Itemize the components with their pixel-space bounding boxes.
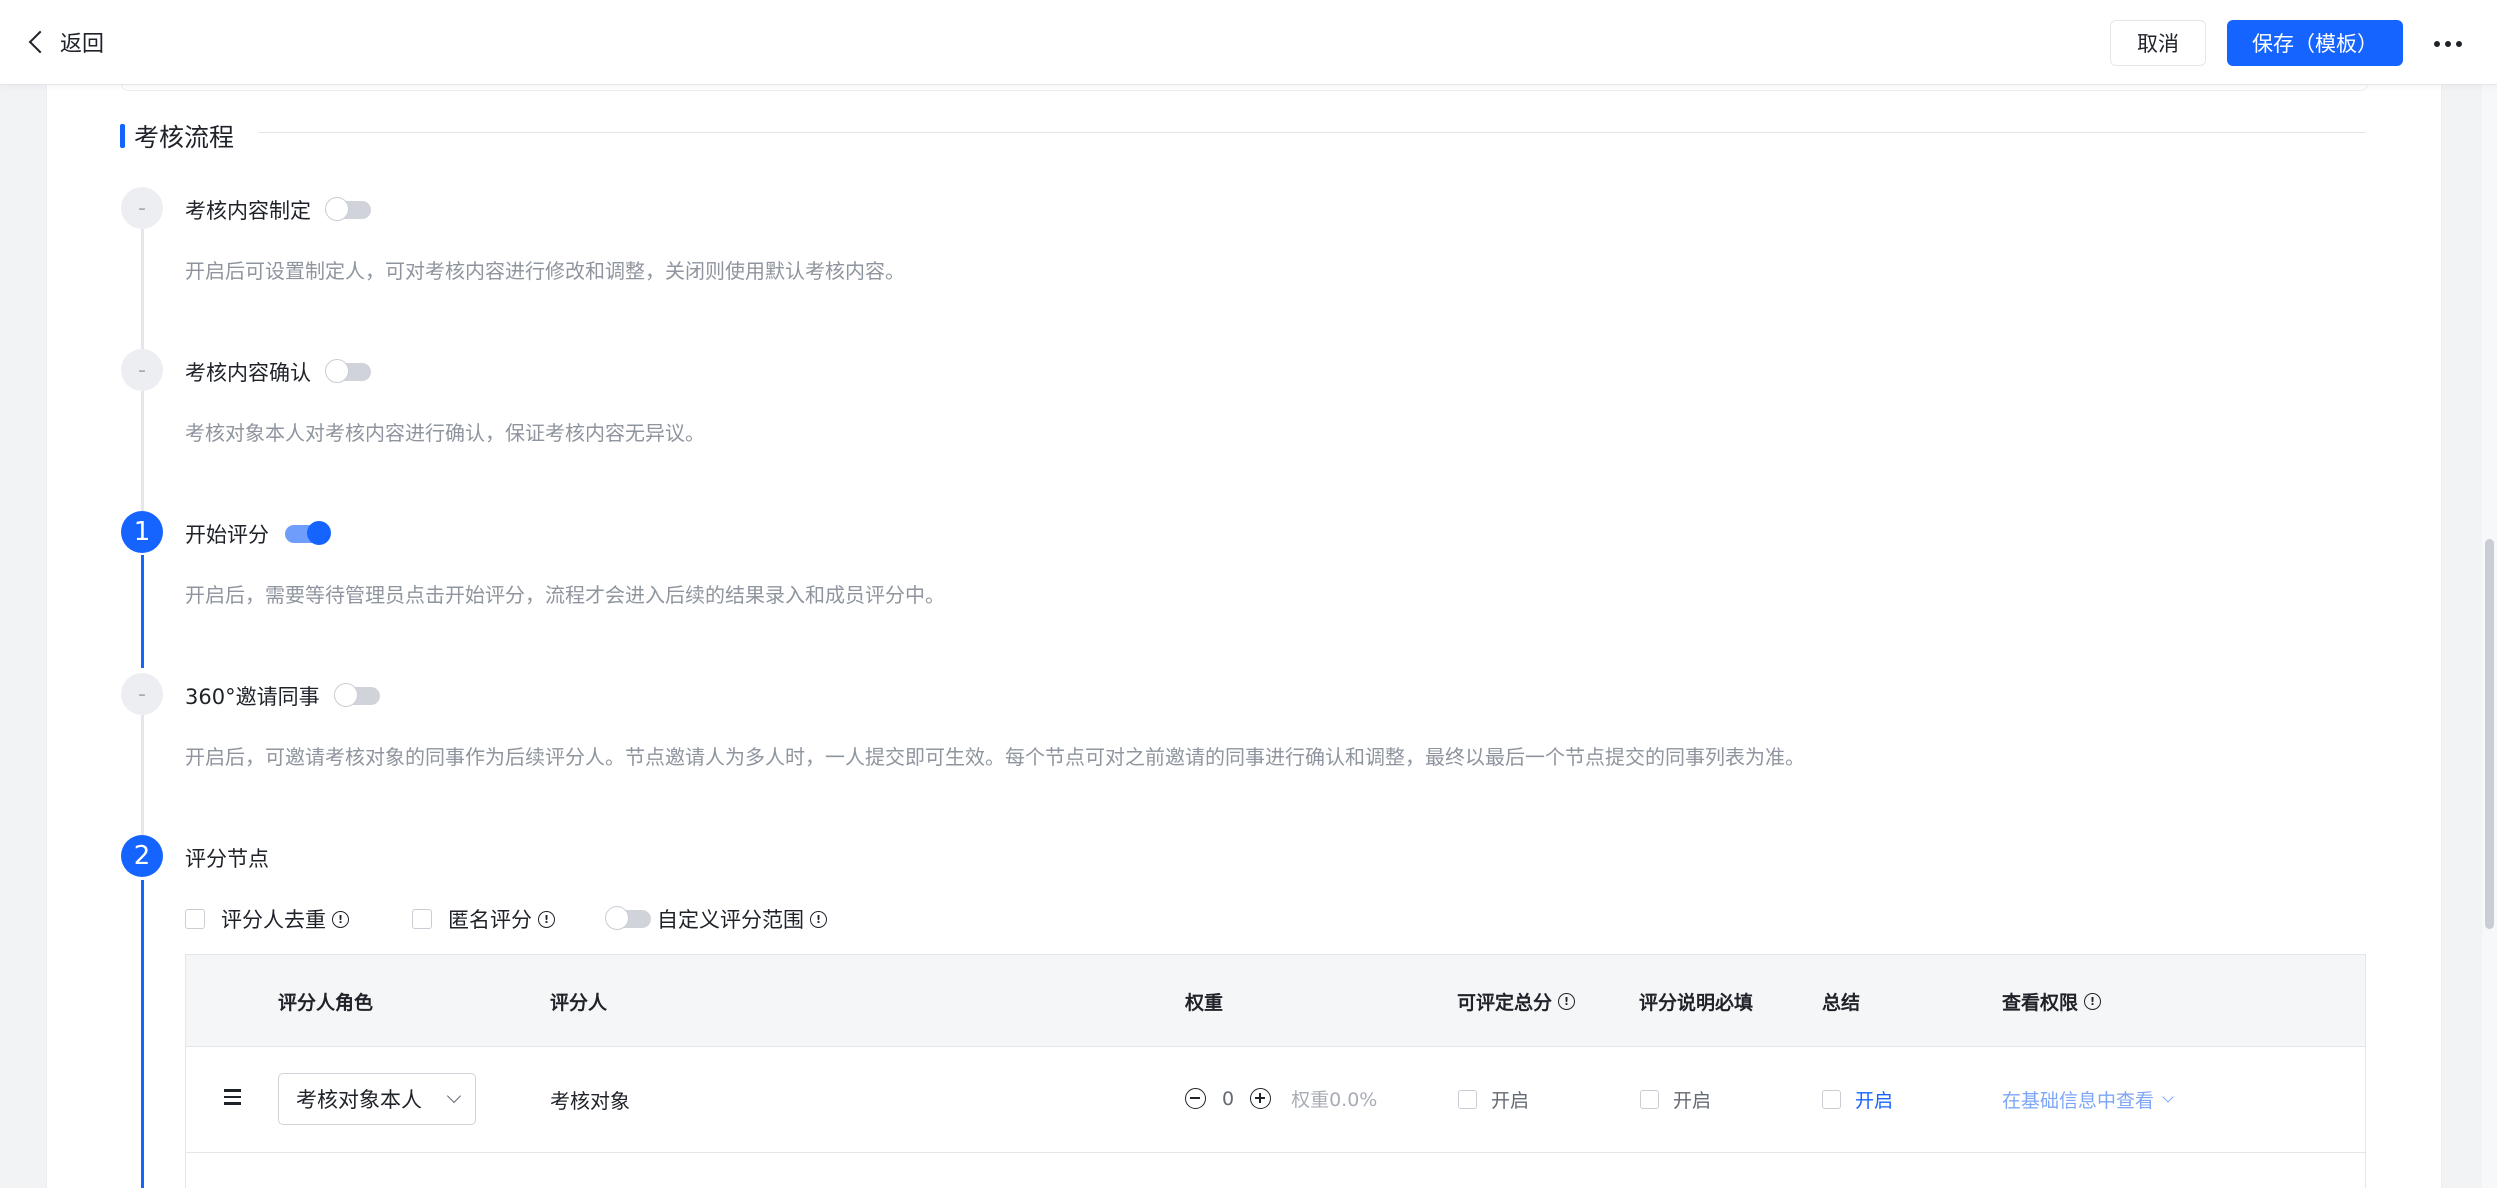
start-scoring-toggle[interactable]	[285, 521, 331, 545]
header-weight: 权重	[1185, 992, 1224, 1014]
section-title: 考核流程	[120, 118, 234, 154]
table-row: 考核对象本人 考核对象 0 权重0.0% 开启 开启 开启 在基础信息中查看	[186, 1047, 2365, 1153]
step-connector	[141, 715, 144, 835]
step-connector-active	[141, 880, 144, 1188]
permission-dropdown[interactable]: 在基础信息中查看	[2002, 1086, 2174, 1113]
scrollbar[interactable]	[2482, 84, 2497, 1188]
section-accent-bar	[120, 124, 125, 148]
minus-icon[interactable]	[1185, 1088, 1206, 1109]
step-item: 360°邀请同事	[185, 682, 380, 710]
header-total: 可评定总分 !	[1457, 988, 1576, 1015]
chevron-left-icon	[28, 30, 52, 54]
step-description: 开启后，需要等待管理员点击开始评分，流程才会进入后续的结果录入和成员评分中。	[185, 583, 945, 607]
step-connector	[141, 229, 144, 349]
section-title-text: 考核流程	[134, 123, 235, 152]
content-define-toggle[interactable]	[325, 197, 371, 221]
summary-option[interactable]: 开启	[1822, 1086, 1893, 1113]
step-marker: 2	[121, 835, 163, 877]
more-icon[interactable]	[2430, 26, 2466, 62]
weight-percent: 权重0.0%	[1291, 1089, 1378, 1111]
info-icon[interactable]: !	[538, 910, 555, 928]
content-confirm-toggle[interactable]	[325, 359, 371, 383]
header-permission: 查看权限 !	[2002, 988, 2102, 1015]
step-title: 开始评分	[185, 523, 269, 547]
chevron-down-icon	[2162, 1091, 2174, 1103]
step-marker: -	[121, 349, 163, 391]
info-icon[interactable]: !	[1558, 993, 1576, 1010]
role-select-value: 考核对象本人	[296, 1088, 422, 1112]
info-icon[interactable]: !	[2084, 993, 2102, 1010]
role-select[interactable]: 考核对象本人	[278, 1073, 476, 1125]
anonymous-label: 匿名评分	[448, 908, 532, 932]
top-bar: 返回 取消 保存（模板）	[0, 0, 2497, 85]
table-header: 评分人角色 评分人 权重 可评定总分 ! 评分说明必填 总结 查看权限 !	[186, 955, 2365, 1047]
invite-colleagues-toggle[interactable]	[333, 683, 380, 707]
step-marker: -	[121, 187, 163, 229]
chevron-down-icon	[446, 1088, 462, 1104]
step-title: 考核内容确认	[185, 361, 311, 385]
step-description: 开启后，可邀请考核对象的同事作为后续评分人。节点邀请人为多人时，一人提交即可生效…	[185, 745, 1805, 769]
dedupe-checkbox[interactable]	[185, 909, 205, 929]
header-role: 评分人角色	[278, 992, 374, 1014]
step-marker: 1	[121, 511, 163, 553]
save-template-button[interactable]: 保存（模板）	[2227, 20, 2403, 66]
step-description: 开启后可设置制定人，可对考核内容进行修改和调整，关闭则使用默认考核内容。	[185, 259, 905, 283]
weight-value[interactable]: 0	[1222, 1088, 1234, 1110]
dedupe-label: 评分人去重	[221, 908, 326, 932]
total-option[interactable]: 开启	[1458, 1086, 1529, 1113]
custom-scope-label: 自定义评分范围	[657, 908, 804, 932]
comment-label: 开启	[1673, 1090, 1712, 1112]
step-item: 评分节点	[185, 844, 269, 872]
step-description: 考核对象本人对考核内容进行确认，保证考核内容无异议。	[185, 421, 705, 445]
step-item: 考核内容确认	[185, 358, 371, 386]
step-marker: -	[121, 673, 163, 715]
plus-icon[interactable]	[1250, 1088, 1272, 1109]
header-total-label: 可评定总分	[1457, 992, 1553, 1014]
step-title: 评分节点	[185, 847, 269, 871]
custom-scope-toggle[interactable]	[605, 906, 651, 930]
comment-option[interactable]: 开启	[1640, 1086, 1711, 1113]
weight-stepper: 0 权重0.0%	[1185, 1085, 1377, 1112]
drag-handle-icon[interactable]	[224, 1089, 241, 1109]
comment-checkbox[interactable]	[1640, 1090, 1659, 1109]
previous-panel-edge	[121, 84, 2368, 91]
permission-value: 在基础信息中查看	[2002, 1090, 2155, 1112]
cancel-button[interactable]: 取消	[2110, 20, 2206, 66]
rater-cell: 考核对象	[550, 1089, 630, 1113]
info-icon[interactable]: !	[332, 910, 349, 928]
total-label: 开启	[1491, 1090, 1530, 1112]
step-item: 开始评分	[185, 520, 331, 548]
rater-table: 评分人角色 评分人 权重 可评定总分 ! 评分说明必填 总结 查看权限 ! 考核…	[185, 954, 2366, 1188]
summary-checkbox[interactable]	[1822, 1090, 1841, 1109]
back-label: 返回	[60, 32, 105, 57]
header-permission-label: 查看权限	[2002, 992, 2079, 1014]
step-title: 考核内容制定	[185, 199, 311, 223]
header-summary: 总结	[1822, 992, 1861, 1014]
info-icon[interactable]: !	[810, 910, 827, 928]
step-connector-active	[141, 555, 144, 668]
anonymous-checkbox[interactable]	[412, 909, 432, 929]
section-divider	[258, 132, 2366, 133]
back-button[interactable]: 返回	[28, 22, 104, 62]
header-comment-required: 评分说明必填	[1639, 992, 1754, 1014]
step-title: 360°邀请同事	[185, 685, 320, 709]
summary-label[interactable]: 开启	[1855, 1086, 1893, 1113]
step-item: 考核内容制定	[185, 196, 371, 224]
total-checkbox[interactable]	[1458, 1090, 1477, 1109]
scrollbar-thumb[interactable]	[2485, 539, 2494, 929]
header-rater: 评分人	[550, 992, 608, 1014]
scoring-options: 评分人去重 ! 匿名评分 ! 自定义评分范围 !	[185, 904, 827, 934]
step-connector	[141, 390, 144, 512]
